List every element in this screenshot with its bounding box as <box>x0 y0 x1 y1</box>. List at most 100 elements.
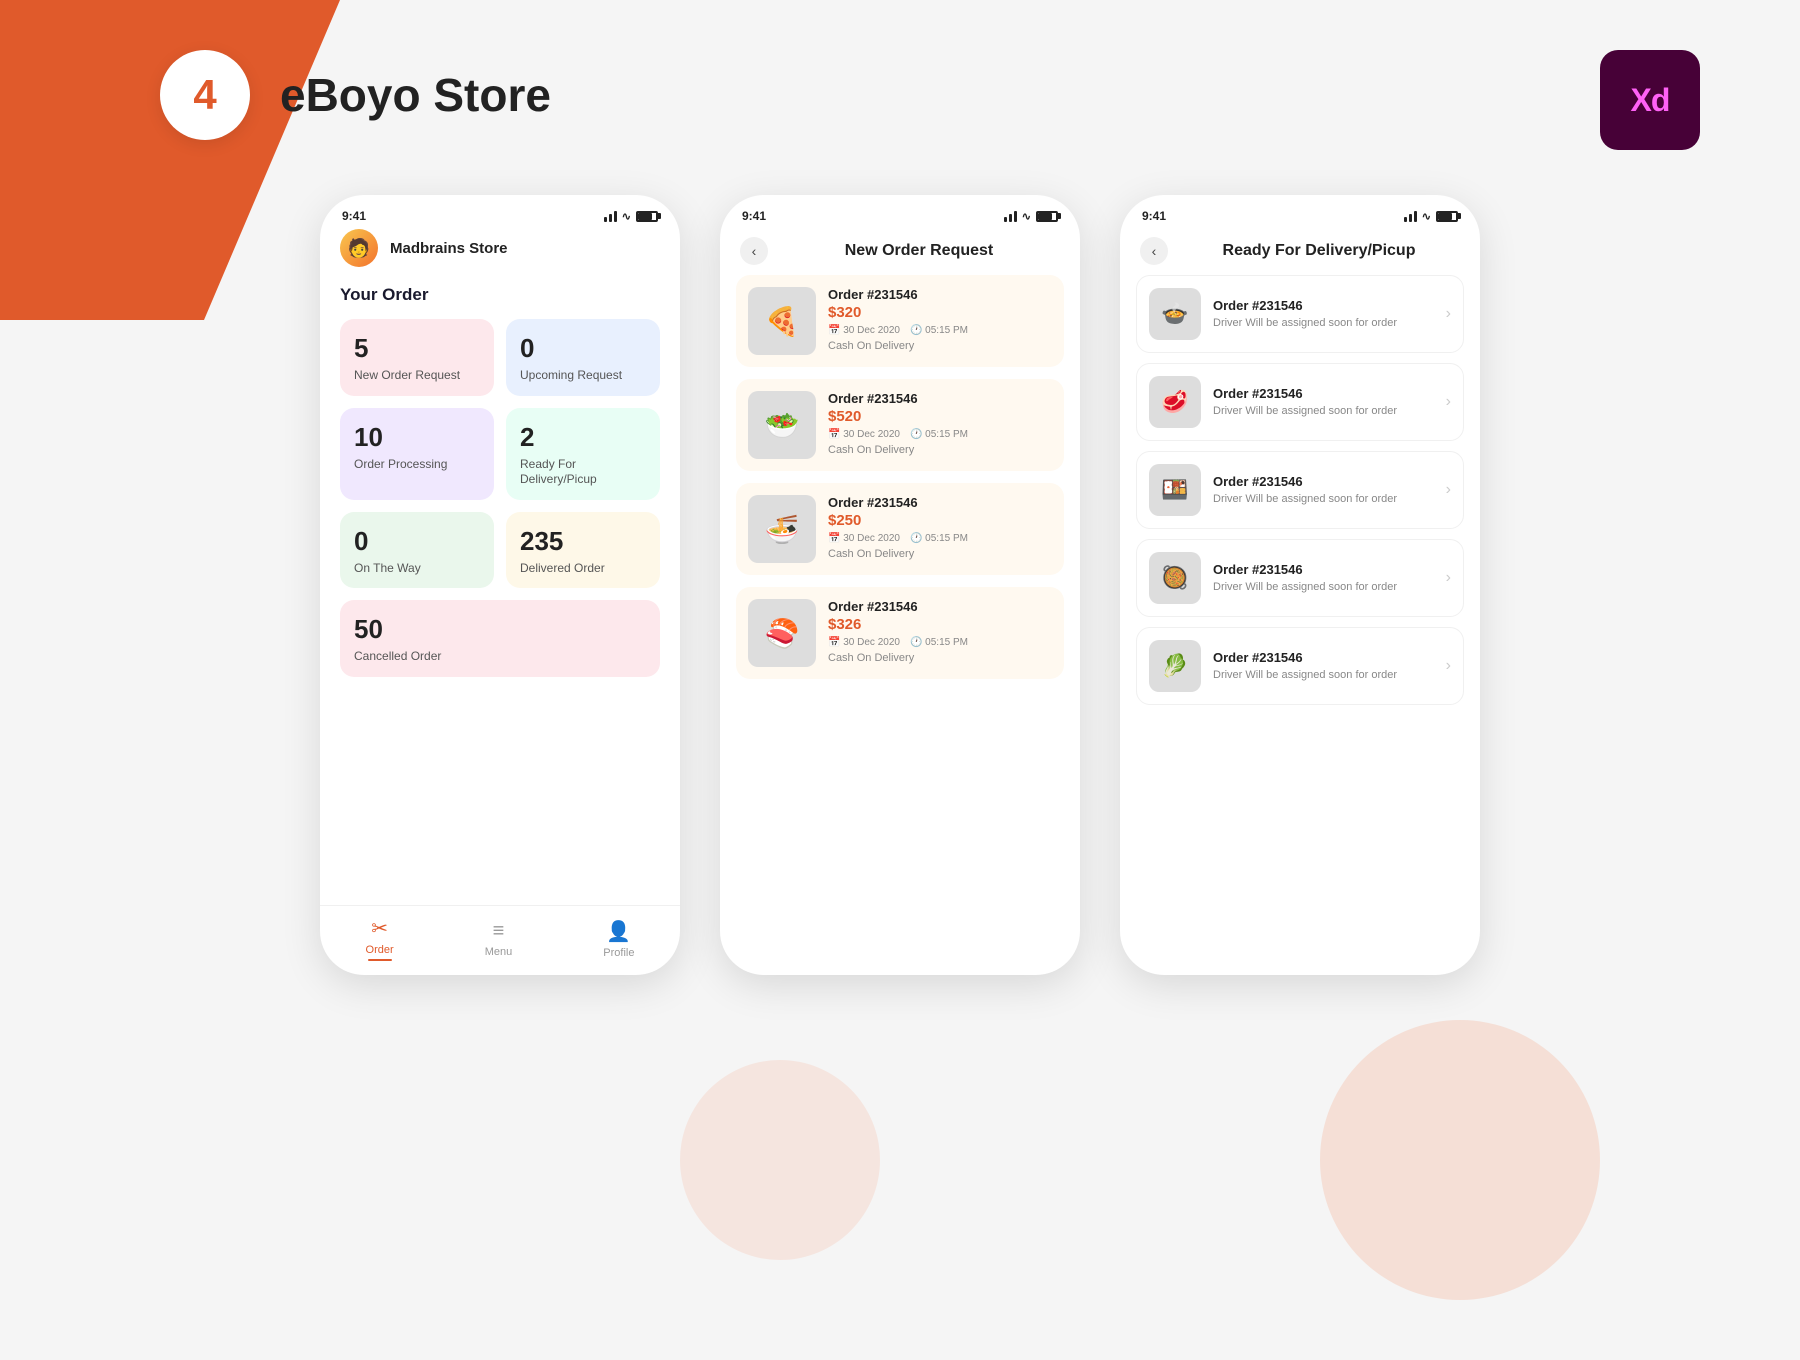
order-payment-2: Cash On Delivery <box>828 548 1052 560</box>
order-card-label-6: Cancelled Order <box>354 649 646 665</box>
nav-icon-2: 👤 <box>606 919 631 944</box>
delivery-item-3[interactable]: 🥘 Order #231546 Driver Will be assigned … <box>1136 539 1464 617</box>
order-item-info-0: Order #231546 $320 📅 30 Dec 2020 🕐 05:15… <box>828 287 1052 355</box>
food-img-3: 🍣 <box>748 599 816 667</box>
order-item-1[interactable]: 🥗 Order #231546 $520 📅 30 Dec 2020 🕐 05:… <box>736 379 1064 471</box>
order-card-number-1: 0 <box>520 333 646 364</box>
food-img-0: 🍕 <box>748 287 816 355</box>
nav-icon-1: ≡ <box>493 920 505 943</box>
order-item-0[interactable]: 🍕 Order #231546 $320 📅 30 Dec 2020 🕐 05:… <box>736 275 1064 367</box>
order-meta-0: 📅 30 Dec 2020 🕐 05:15 PM <box>828 325 1052 336</box>
chevron-right-icon-2: › <box>1446 481 1451 499</box>
order-card-3[interactable]: 2 Ready For Delivery/Picup <box>506 408 660 500</box>
order-card-label-2: Order Processing <box>354 457 480 473</box>
phone2: 9:41 ∿ ‹ New Order Request 🍕 Or <box>720 195 1080 975</box>
phone3: 9:41 ∿ ‹ Ready For Delivery/Picup 🍲 Orde… <box>1120 195 1480 975</box>
delivery-item-2[interactable]: 🍱 Order #231546 Driver Will be assigned … <box>1136 451 1464 529</box>
order-card-6[interactable]: 50 Cancelled Order <box>340 600 660 677</box>
nav-underline <box>368 959 392 961</box>
nav-item-menu[interactable]: ≡ Menu <box>485 920 513 958</box>
status-icons-2: ∿ <box>1004 210 1058 223</box>
nav-label-2: Profile <box>603 947 634 959</box>
order-card-number-2: 10 <box>354 422 480 453</box>
back-button-3[interactable]: ‹ <box>1140 237 1168 265</box>
delivery-info-2: Order #231546 Driver Will be assigned so… <box>1213 474 1434 506</box>
signal-bar-2 <box>609 214 612 222</box>
order-card-label-0: New Order Request <box>354 368 480 384</box>
order-card-0[interactable]: 5 New Order Request <box>340 319 494 396</box>
delivery-item-1[interactable]: 🥩 Order #231546 Driver Will be assigned … <box>1136 363 1464 441</box>
status-time-2: 9:41 <box>742 209 766 223</box>
chevron-right-icon-0: › <box>1446 305 1451 323</box>
order-item-2[interactable]: 🍜 Order #231546 $250 📅 30 Dec 2020 🕐 05:… <box>736 483 1064 575</box>
phone1: 9:41 ∿ 🧑 Madbrains Store Your Order <box>320 195 680 975</box>
phones-container: 9:41 ∿ 🧑 Madbrains Store Your Order <box>320 195 1480 975</box>
order-grid: 5 New Order Request 0 Upcoming Request 1… <box>340 319 660 677</box>
delivery-item-4[interactable]: 🥬 Order #231546 Driver Will be assigned … <box>1136 627 1464 705</box>
status-bar-1: 9:41 ∿ <box>320 195 680 229</box>
wifi-icon-3: ∿ <box>1422 210 1431 223</box>
delivery-info-0: Order #231546 Driver Will be assigned so… <box>1213 298 1434 330</box>
order-card-label-5: Delivered Order <box>520 561 646 577</box>
status-bar-2: 9:41 ∿ <box>720 195 1080 229</box>
delivery-img-3: 🥘 <box>1149 552 1201 604</box>
nav-item-profile[interactable]: 👤 Profile <box>603 919 634 959</box>
delivery-img-2: 🍱 <box>1149 464 1201 516</box>
nav-item-order[interactable]: ✂ Order <box>366 916 394 961</box>
order-list: 🍕 Order #231546 $320 📅 30 Dec 2020 🕐 05:… <box>720 275 1080 975</box>
page-title: eBoyo Store <box>280 68 551 122</box>
phone3-header-bar: ‹ Ready For Delivery/Picup <box>1120 229 1480 275</box>
delivery-list: 🍲 Order #231546 Driver Will be assigned … <box>1120 275 1480 975</box>
phone2-screen-title: New Order Request <box>778 242 1060 260</box>
phone2-header-bar: ‹ New Order Request <box>720 229 1080 275</box>
store-name: Madbrains Store <box>390 240 508 257</box>
back-button-2[interactable]: ‹ <box>740 237 768 265</box>
order-payment-3: Cash On Delivery <box>828 652 1052 664</box>
nav-icon-0: ✂ <box>371 916 388 941</box>
store-header: 🧑 Madbrains Store <box>340 229 660 267</box>
delivery-info-4: Order #231546 Driver Will be assigned so… <box>1213 650 1434 682</box>
order-card-1[interactable]: 0 Upcoming Request <box>506 319 660 396</box>
xd-badge: Xd <box>1600 50 1700 150</box>
wifi-icon-2: ∿ <box>1022 210 1031 223</box>
page-header: 4 eBoyo Store <box>160 50 551 140</box>
order-id-1: Order #231546 <box>828 391 1052 406</box>
your-order-title: Your Order <box>340 285 660 305</box>
order-meta-3: 📅 30 Dec 2020 🕐 05:15 PM <box>828 637 1052 648</box>
battery-icon-3 <box>1436 211 1458 222</box>
order-card-number-6: 50 <box>354 614 646 645</box>
delivery-sub-1: Driver Will be assigned soon for order <box>1213 404 1434 418</box>
bg-decoration-peach-right <box>1320 1020 1600 1300</box>
wifi-icon: ∿ <box>622 210 631 223</box>
order-id-0: Order #231546 <box>828 287 1052 302</box>
chevron-right-icon-4: › <box>1446 657 1451 675</box>
bg-decoration-orange <box>0 0 340 320</box>
order-card-label-3: Ready For Delivery/Picup <box>520 457 646 488</box>
order-card-label-1: Upcoming Request <box>520 368 646 384</box>
delivery-img-0: 🍲 <box>1149 288 1201 340</box>
order-payment-1: Cash On Delivery <box>828 444 1052 456</box>
order-item-3[interactable]: 🍣 Order #231546 $326 📅 30 Dec 2020 🕐 05:… <box>736 587 1064 679</box>
order-id-2: Order #231546 <box>828 495 1052 510</box>
bottom-nav: ✂ Order ≡ Menu 👤 Profile <box>320 905 680 975</box>
delivery-item-0[interactable]: 🍲 Order #231546 Driver Will be assigned … <box>1136 275 1464 353</box>
order-card-5[interactable]: 235 Delivered Order <box>506 512 660 589</box>
delivery-id-1: Order #231546 <box>1213 386 1434 401</box>
order-card-label-4: On The Way <box>354 561 480 577</box>
status-icons-3: ∿ <box>1404 210 1458 223</box>
order-card-number-3: 2 <box>520 422 646 453</box>
order-meta-1: 📅 30 Dec 2020 🕐 05:15 PM <box>828 429 1052 440</box>
status-time-3: 9:41 <box>1142 209 1166 223</box>
phone3-screen-title: Ready For Delivery/Picup <box>1178 242 1460 260</box>
battery-icon <box>636 211 658 222</box>
signal-bar-1 <box>604 217 607 222</box>
status-bar-3: 9:41 ∿ <box>1120 195 1480 229</box>
delivery-info-1: Order #231546 Driver Will be assigned so… <box>1213 386 1434 418</box>
order-price-3: $326 <box>828 616 1052 633</box>
order-card-2[interactable]: 10 Order Processing <box>340 408 494 500</box>
order-card-4[interactable]: 0 On The Way <box>340 512 494 589</box>
chevron-right-icon-1: › <box>1446 393 1451 411</box>
order-item-info-1: Order #231546 $520 📅 30 Dec 2020 🕐 05:15… <box>828 391 1052 459</box>
order-price-2: $250 <box>828 512 1052 529</box>
order-payment-0: Cash On Delivery <box>828 340 1052 352</box>
